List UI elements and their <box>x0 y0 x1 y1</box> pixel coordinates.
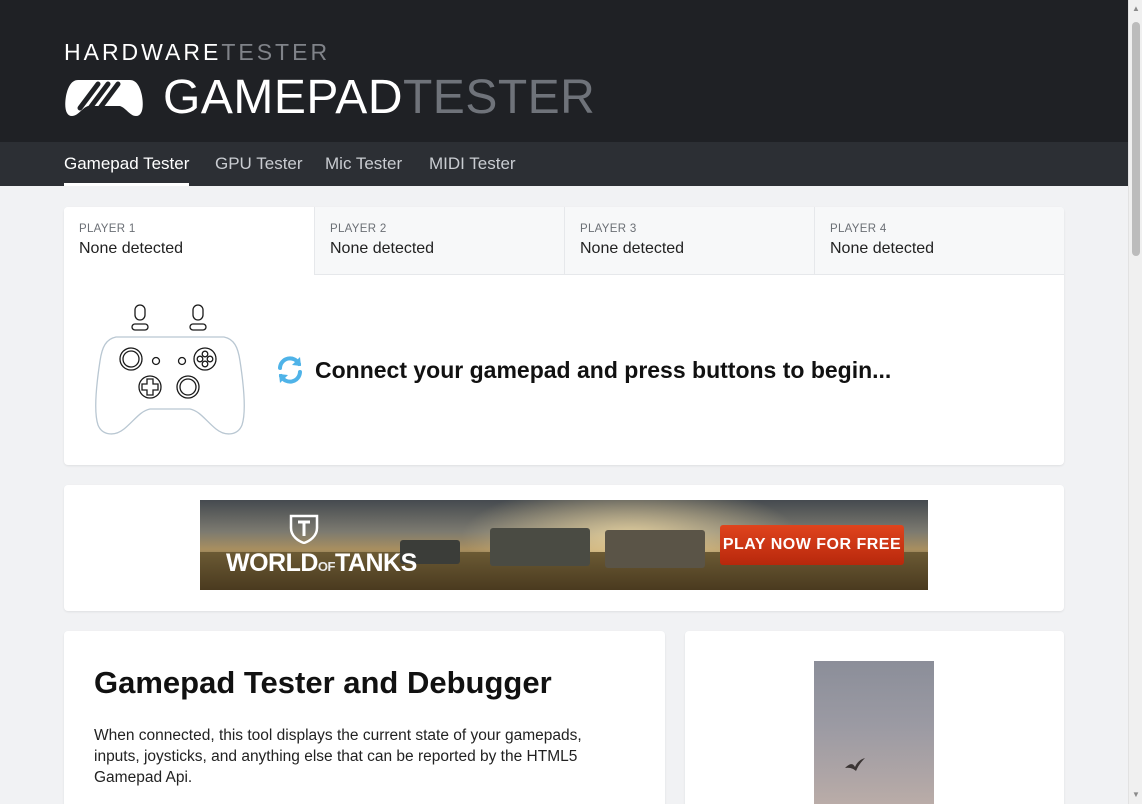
bird-icon <box>845 758 865 771</box>
player-status: None detected <box>830 240 935 257</box>
brand-big-part-b: TESTER <box>402 71 596 124</box>
info-card: Gamepad Tester and Debugger When connect… <box>64 631 665 804</box>
connect-message: Connect your gamepad and press buttons t… <box>315 357 892 383</box>
wot-word-world: WORLD <box>226 549 318 577</box>
brand-hardware-tester[interactable]: HARDWARETESTER <box>64 40 330 64</box>
nav-gpu-tester[interactable]: GPU Tester <box>215 142 303 186</box>
page: HARDWARETESTER GAMEPADTESTER Gamepad Tes… <box>0 0 1142 804</box>
scroll-down-arrow-icon[interactable]: ▼ <box>1132 791 1140 799</box>
player-panel: PLAYER 1 None detected PLAYER 2 None det… <box>64 207 1064 465</box>
world-of-tanks-logo-text: WORLDOFTANKS <box>226 548 417 582</box>
world-of-tanks-emblem-icon <box>289 514 319 544</box>
nav-midi-tester[interactable]: MIDI Tester <box>429 142 516 186</box>
tank-image <box>605 530 705 568</box>
side-ad-card <box>685 631 1064 804</box>
player-status: None detected <box>79 240 184 257</box>
player-label: PLAYER 4 <box>830 223 887 235</box>
player-status: None detected <box>580 240 685 257</box>
info-description: When connected, this tool displays the c… <box>94 727 582 786</box>
wot-word-tanks: TANKS <box>334 549 417 577</box>
player-tabs: PLAYER 1 None detected PLAYER 2 None det… <box>64 207 1064 275</box>
brand-small-part-a: HARDWARE <box>64 39 222 65</box>
ad-card: WORLDOFTANKS PLAY NOW FOR FREE <box>64 485 1064 611</box>
site-header: HARDWARETESTER GAMEPADTESTER <box>0 0 1128 142</box>
nav-gamepad-tester[interactable]: Gamepad Tester <box>64 142 190 186</box>
gamepad-outline-icon <box>95 304 245 435</box>
side-ad-image[interactable] <box>814 661 934 804</box>
page-scrollbar[interactable]: ▲ ▼ <box>1128 0 1142 804</box>
tab-player-4[interactable]: PLAYER 4 None detected <box>814 207 1064 275</box>
gamepad-logo-icon[interactable] <box>64 76 144 120</box>
tab-player-3[interactable]: PLAYER 3 None detected <box>564 207 814 275</box>
nav-mic-tester[interactable]: Mic Tester <box>325 142 402 186</box>
brand-gamepad-tester[interactable]: GAMEPADTESTER <box>163 72 595 124</box>
brand-small-part-b: TESTER <box>221 39 331 65</box>
tab-player-1[interactable]: PLAYER 1 None detected <box>64 207 314 275</box>
main-nav: Gamepad Tester GPU Tester Mic Tester MID… <box>0 142 1128 186</box>
refresh-icon <box>278 356 302 384</box>
tab-player-2[interactable]: PLAYER 2 None detected <box>314 207 564 275</box>
player-label: PLAYER 1 <box>79 223 136 235</box>
play-now-button[interactable]: PLAY NOW FOR FREE <box>720 525 904 565</box>
player-label: PLAYER 2 <box>330 223 387 235</box>
brand-big-part-a: GAMEPAD <box>163 71 403 124</box>
world-of-tanks-banner[interactable]: WORLDOFTANKS PLAY NOW FOR FREE <box>200 500 928 590</box>
scroll-up-arrow-icon[interactable]: ▲ <box>1132 5 1140 13</box>
player-status: None detected <box>330 240 435 257</box>
page-title: Gamepad Tester and Debugger <box>94 665 552 700</box>
player-label: PLAYER 3 <box>580 223 637 235</box>
wot-word-of: OF <box>317 559 336 574</box>
tank-image <box>490 528 590 566</box>
scroll-thumb[interactable] <box>1132 22 1140 256</box>
